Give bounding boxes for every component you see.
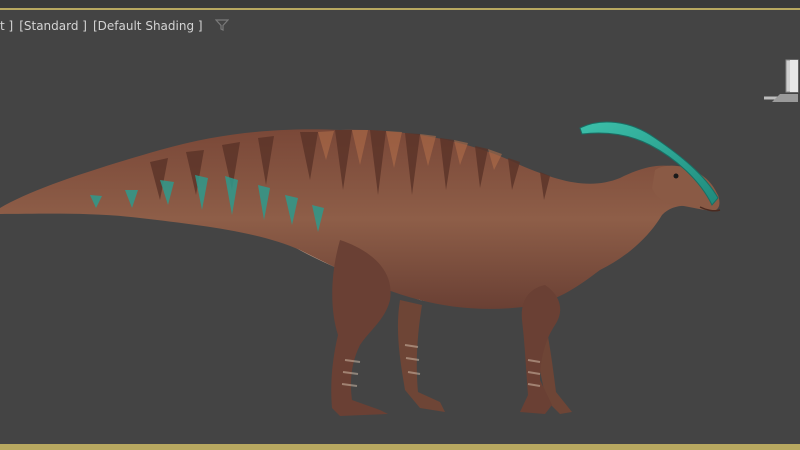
leg-striping [341,344,541,387]
3d-viewport[interactable]: t ] [Standard ] [Default Shading ] [0,0,800,450]
eye [673,173,679,179]
viewport-bottom-border [0,444,800,450]
parasaurolophus-model[interactable] [0,0,800,450]
far-hind-leg [397,300,445,412]
